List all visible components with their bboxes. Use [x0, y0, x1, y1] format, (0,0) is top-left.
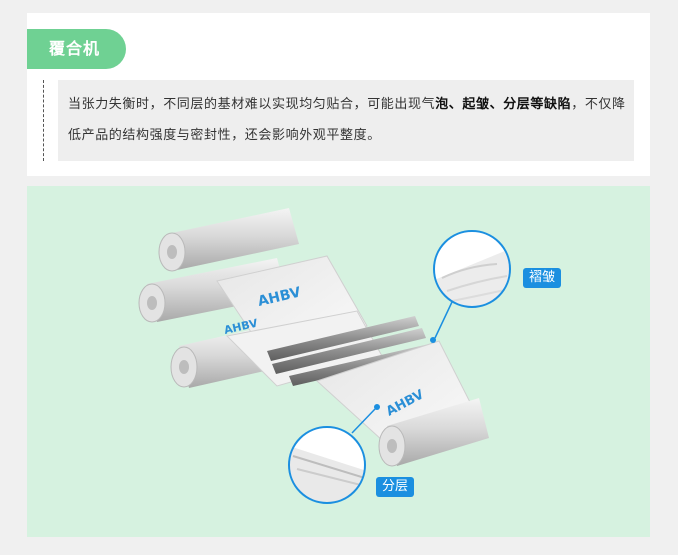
wrinkle-magnifier [433, 230, 511, 308]
description-defects: 泡、起皱、分层等缺陷 [435, 97, 572, 112]
intro-card: 覆合机 当张力失衡时，不同层的基材难以实现均匀贴合，可能出现气泡、起皱、分层等缺… [27, 13, 650, 176]
section-title: 覆合机 [27, 29, 126, 69]
wrinkle-label: 褶皱 [523, 268, 562, 288]
wrinkle-callout-line [434, 301, 453, 339]
illustration-panel: AHBV AHBV AHBV 褶皱 分层 [27, 186, 650, 537]
delamination-magnifier [288, 426, 366, 504]
description-part1: 当张力失衡时，不同层的基材难以实现均匀贴合，可能出现气 [68, 97, 436, 112]
description-text: 当张力失衡时，不同层的基材难以实现均匀贴合，可能出现气泡、起皱、分层等缺陷，不仅… [68, 89, 628, 151]
laminator-illustration: AHBV AHBV AHBV [138, 208, 511, 504]
dashed-divider [43, 80, 44, 161]
top-roll [158, 208, 299, 272]
delamination-label: 分层 [376, 477, 415, 497]
description-box: 当张力失衡时，不同层的基材难以实现均匀贴合，可能出现气泡、起皱、分层等缺陷，不仅… [58, 80, 634, 161]
